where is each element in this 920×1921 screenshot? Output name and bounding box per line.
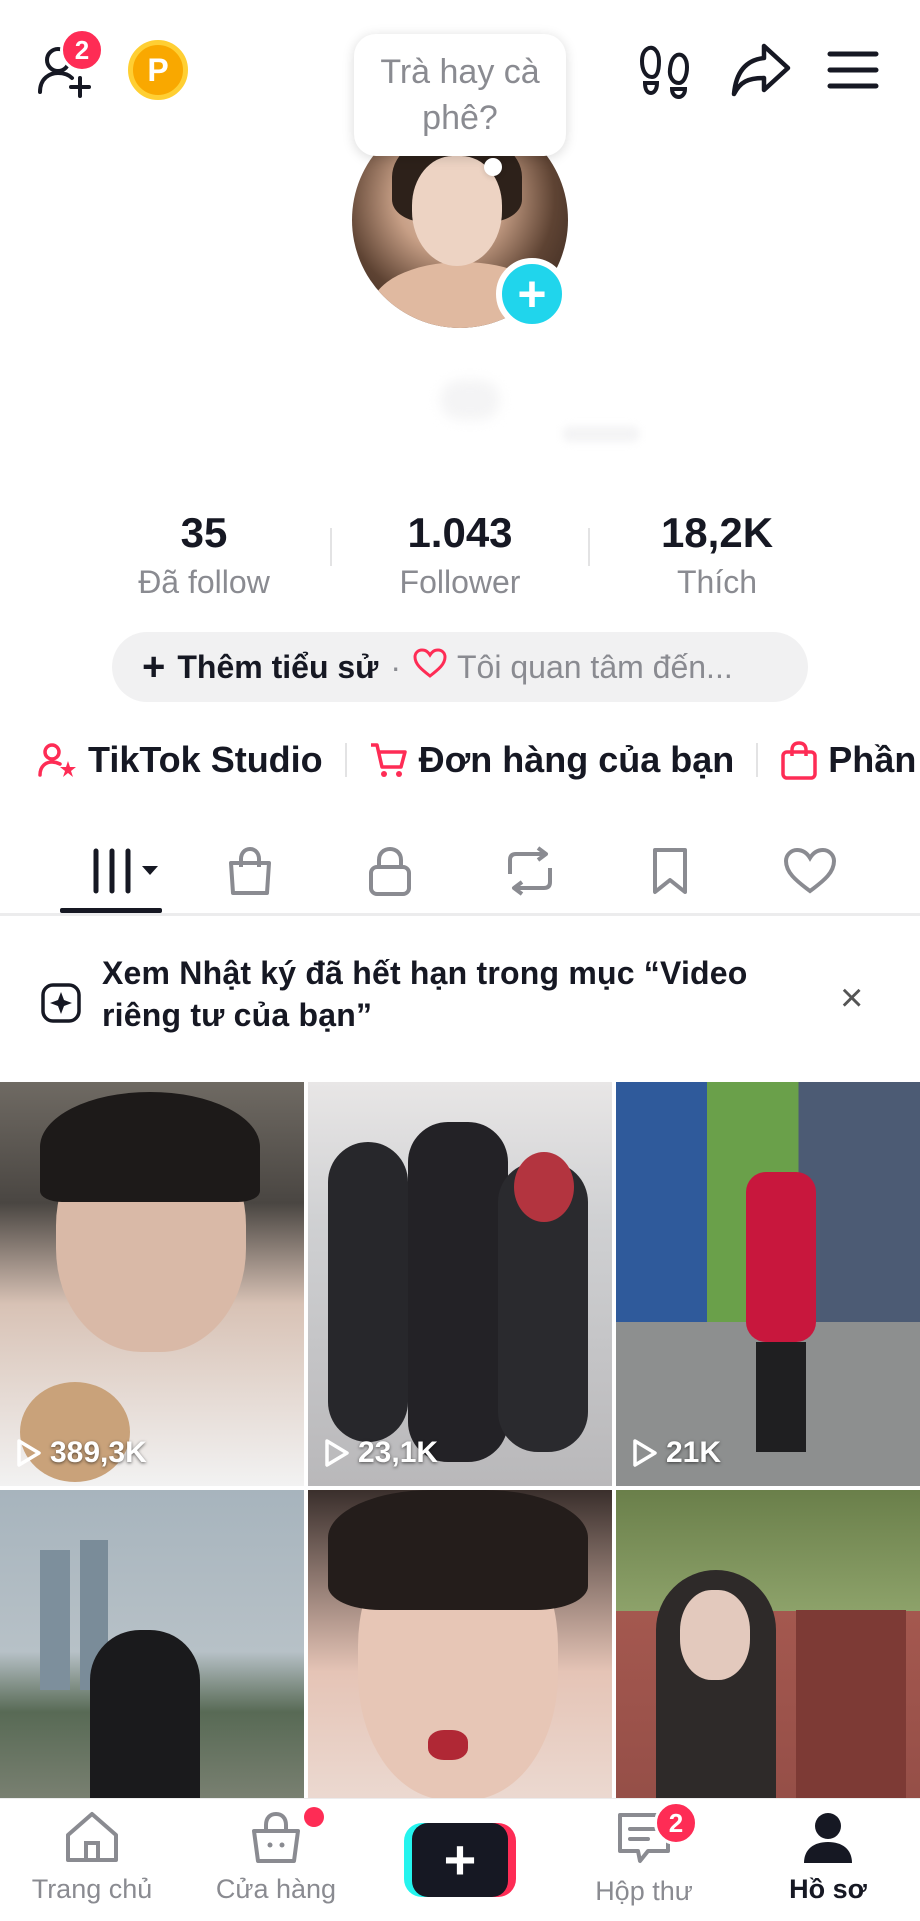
cart-icon (369, 741, 409, 779)
stat-following[interactable]: 35 Đã follow (84, 508, 324, 604)
shortcut-label: Phần (828, 739, 917, 780)
thumb-person (328, 1142, 408, 1442)
repost-icon (508, 846, 552, 896)
shortcut-label: TikTok Studio (88, 739, 323, 780)
plus-icon: + (412, 1823, 508, 1897)
close-icon[interactable]: × (840, 978, 863, 1018)
bubble-tail (484, 158, 502, 176)
thumb-person-legs (756, 1342, 806, 1452)
view-count: 389,3K (50, 1436, 147, 1469)
shortcut-label: Đơn hàng của bạn (418, 739, 735, 780)
thumb-face (680, 1590, 750, 1680)
blurred-username (440, 380, 500, 420)
stat-divider (330, 528, 332, 566)
thumb-hair (40, 1092, 260, 1202)
play-icon (633, 1439, 657, 1467)
heart-icon (783, 847, 837, 894)
thumb-red-hair (514, 1152, 574, 1222)
nav-label: Trang chủ (31, 1874, 153, 1904)
stat-divider (588, 528, 590, 566)
tab-favorites[interactable] (630, 836, 710, 906)
profile-tabs (0, 826, 920, 916)
shop-icon (252, 1811, 300, 1863)
tabs-divider (0, 913, 920, 916)
bookmark-icon (653, 848, 687, 894)
thumb-lips (428, 1730, 468, 1760)
add-bio-label[interactable]: Thêm tiểu sử (177, 649, 378, 686)
stat-value: 18,2K (660, 509, 774, 556)
bio-pill[interactable]: + Thêm tiểu sử · Tôi quan tâm đến... (112, 632, 808, 702)
thumb-tower (40, 1550, 70, 1690)
stat-followers[interactable]: 1.043 Follower (340, 508, 580, 604)
orders-link[interactable]: Đơn hàng của bạn (369, 739, 735, 781)
bio-separator: · (390, 648, 401, 685)
view-count: 23,1K (358, 1436, 439, 1469)
home-icon (66, 1812, 118, 1862)
nav-profile[interactable]: Hồ sơ (736, 1809, 920, 1905)
profile-icon (804, 1813, 852, 1863)
tab-videos[interactable] (70, 836, 170, 906)
play-icon (325, 1439, 349, 1467)
friend-requests-badge: 2 (60, 28, 104, 72)
stat-value: 35 (180, 509, 228, 556)
status-bubble[interactable]: Trà hay cà phê? (354, 34, 566, 156)
more-link[interactable]: Phần (780, 739, 916, 781)
video-thumbnail[interactable]: 21K (616, 1082, 920, 1486)
shop-notification-dot (304, 1807, 324, 1827)
video-views: 389,3K (16, 1436, 147, 1470)
add-story-icon[interactable]: + (496, 258, 568, 330)
shop-bag-icon (229, 846, 271, 895)
nav-inbox[interactable]: 2 Hộp thư (552, 1801, 736, 1907)
thumb-person-jacket (746, 1172, 816, 1342)
tab-shop[interactable] (210, 836, 290, 906)
stat-value: 1.043 (407, 509, 513, 556)
video-thumbnail[interactable]: 23,1K (308, 1082, 612, 1486)
menu-button[interactable] (824, 44, 882, 96)
video-grid: 389,3K 23,1K 21K (0, 1082, 920, 1894)
nav-label: Hồ sơ (789, 1874, 867, 1904)
tab-reposts[interactable] (490, 836, 570, 906)
shortcut-divider (756, 743, 759, 777)
expired-stories-notice[interactable]: Xem Nhật ký đã hết hạn trong mục “Video … (0, 952, 920, 1058)
inbox-badge: 2 (654, 1801, 698, 1845)
nav-home[interactable]: Trang chủ (0, 1809, 184, 1905)
nav-label: Cửa hàng (215, 1874, 337, 1904)
play-icon (17, 1439, 41, 1467)
stat-label: Follower (399, 564, 521, 600)
person-star-icon (38, 741, 78, 779)
hamburger-icon (827, 51, 879, 89)
footprints-icon (639, 45, 690, 99)
bottom-navigation: Trang chủ Cửa hàng + 2 Hộp thư Hồ sơ (0, 1798, 920, 1921)
blurred-handle (562, 426, 640, 442)
interests-label[interactable]: Tôi quan tâm đến... (457, 649, 733, 686)
lock-icon (369, 846, 411, 896)
shortcuts-row: TikTok Studio Đơn hàng của bạn Phần (38, 730, 916, 790)
create-button[interactable]: + (404, 1823, 516, 1897)
nav-label: Hộp thư (595, 1876, 693, 1906)
stat-label: Thích (676, 564, 758, 600)
heart-outline-icon (413, 647, 447, 687)
notice-text: Xem Nhật ký đã hết hạn trong mục “Video … (102, 955, 748, 1033)
shortcut-divider (344, 743, 347, 777)
tab-private[interactable] (350, 836, 430, 906)
bag-icon (780, 740, 818, 780)
video-views: 21K (632, 1436, 721, 1470)
sparkle-box-icon (40, 982, 82, 1029)
coin-icon[interactable]: P (128, 40, 188, 100)
thumb-person (408, 1122, 508, 1462)
thumb-hair (328, 1490, 588, 1610)
view-count: 21K (666, 1436, 722, 1469)
video-thumbnail[interactable]: 389,3K (0, 1082, 304, 1486)
tab-liked[interactable] (770, 836, 850, 906)
video-views: 23,1K (324, 1436, 438, 1470)
tiktok-studio-link[interactable]: TikTok Studio (38, 739, 323, 781)
plus-icon: + (142, 645, 166, 689)
share-button[interactable] (726, 38, 796, 102)
nav-shop[interactable]: Cửa hàng (184, 1807, 368, 1905)
videos-grid-icon (92, 848, 158, 894)
stat-label: Đã follow (138, 564, 270, 600)
profile-views-button[interactable] (632, 40, 698, 102)
stat-likes[interactable]: 18,2K Thích (597, 508, 837, 604)
share-icon (731, 43, 791, 97)
